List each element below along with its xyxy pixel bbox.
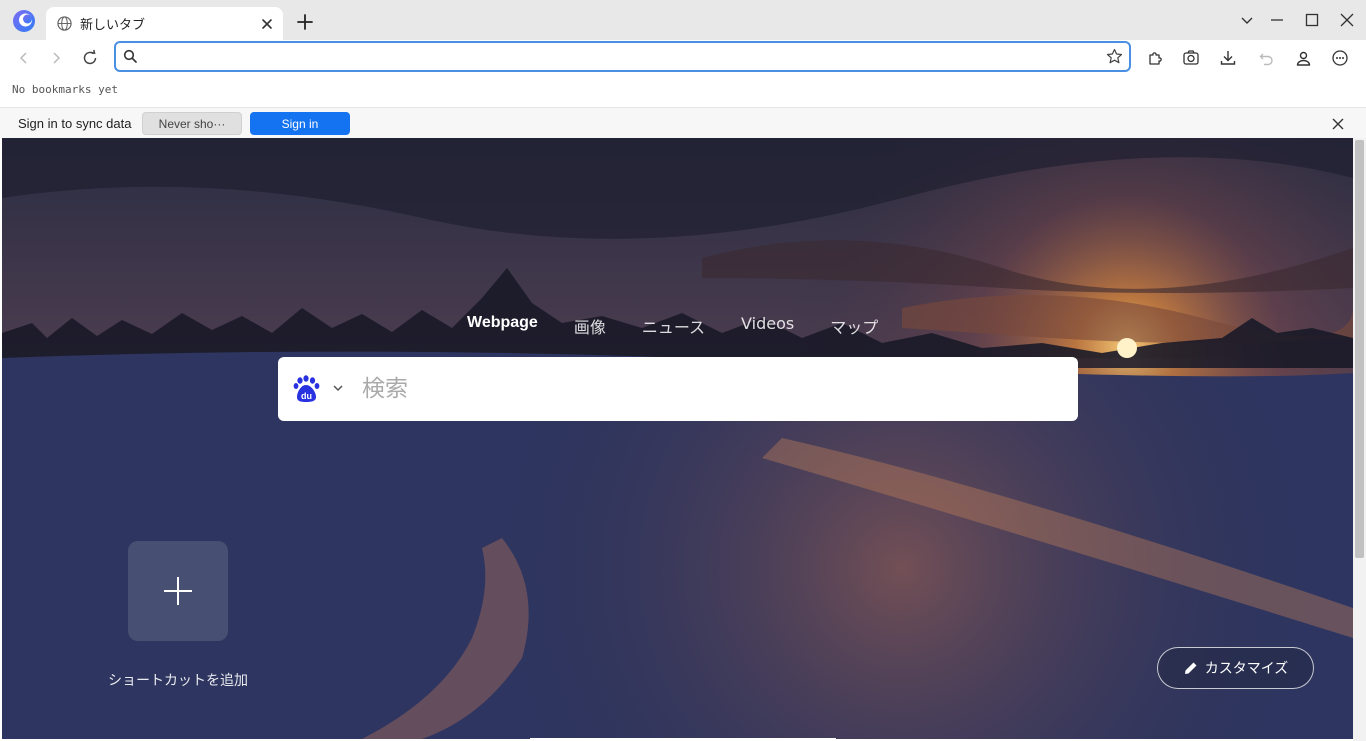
forward-button[interactable] [45,47,67,69]
reload-icon [83,49,97,65]
search-category-tabs: Webpage 画像 ニュース Videos マップ [467,314,914,338]
add-shortcut-button[interactable] [128,541,228,641]
extensions-icon [1148,51,1162,65]
star-icon[interactable] [1106,48,1123,65]
close-icon[interactable] [259,16,275,32]
profile-icon [1296,51,1310,66]
toolbar [0,40,1366,80]
sign-in-button[interactable]: Sign in [250,112,350,135]
tab-videos[interactable]: Videos [741,314,794,338]
bookmarks-empty-text: No bookmarks yet [12,83,118,96]
menu-icon [1332,50,1348,66]
sync-infobar: Sign in to sync data Never sho··· Sign i… [0,107,1366,138]
menu-button[interactable] [1329,47,1351,69]
globe-icon [57,16,72,31]
new-tab-page: Webpage 画像 ニュース Videos マップ du ショートカットを追加… [2,138,1353,739]
download-button[interactable] [1217,47,1239,69]
tab-webpage[interactable]: Webpage [467,314,538,338]
baidu-icon[interactable]: du [292,374,322,404]
chevron-down-icon[interactable] [1237,10,1257,30]
screenshot-icon [1183,50,1199,65]
plus-icon[interactable] [295,12,315,32]
pencil-icon [1184,662,1197,674]
tab-new-tab[interactable]: 新しいタブ [46,7,283,40]
maximize-icon[interactable] [1302,10,1322,30]
app-logo-icon[interactable] [12,9,36,33]
undo-icon [1259,53,1273,65]
bookmarks-bar: No bookmarks yet [0,80,1366,107]
customize-button[interactable]: カスタマイズ [1157,647,1314,689]
sync-message: Sign in to sync data [18,116,132,131]
back-icon [19,52,27,64]
never-show-button[interactable]: Never sho··· [142,112,242,135]
screenshot-button[interactable] [1180,47,1202,69]
minimize-icon[interactable] [1267,10,1287,30]
wallpaper-image [2,138,1353,739]
plus-icon [164,577,192,605]
back-button[interactable] [13,47,35,69]
undo-button[interactable] [1255,47,1277,69]
forward-icon [53,52,61,64]
search-box: du [278,357,1078,421]
extensions-button[interactable] [1144,47,1166,69]
search-input[interactable] [362,371,1052,407]
scrollbar-thumb[interactable] [1355,140,1364,558]
add-shortcut-label: ショートカットを追加 [108,673,248,689]
search-icon [123,49,137,63]
close-window-icon[interactable] [1337,10,1357,30]
address-input[interactable] [146,46,1106,68]
tab-images[interactable]: 画像 [574,314,606,338]
close-icon[interactable] [1330,116,1346,132]
tab-maps[interactable]: マップ [830,314,878,338]
reload-button[interactable] [79,47,101,69]
chevron-down-icon[interactable] [332,382,344,394]
tab-news[interactable]: ニュース [642,314,705,338]
title-bar: 新しいタブ [0,0,1366,40]
page-scrollbar[interactable] [1353,138,1366,741]
download-icon [1220,51,1236,65]
profile-button[interactable] [1292,47,1314,69]
svg-text:du: du [301,391,312,401]
customize-label: カスタマイズ [1204,661,1289,677]
address-bar[interactable] [114,41,1131,72]
tab-title: 新しいタブ [80,18,146,33]
